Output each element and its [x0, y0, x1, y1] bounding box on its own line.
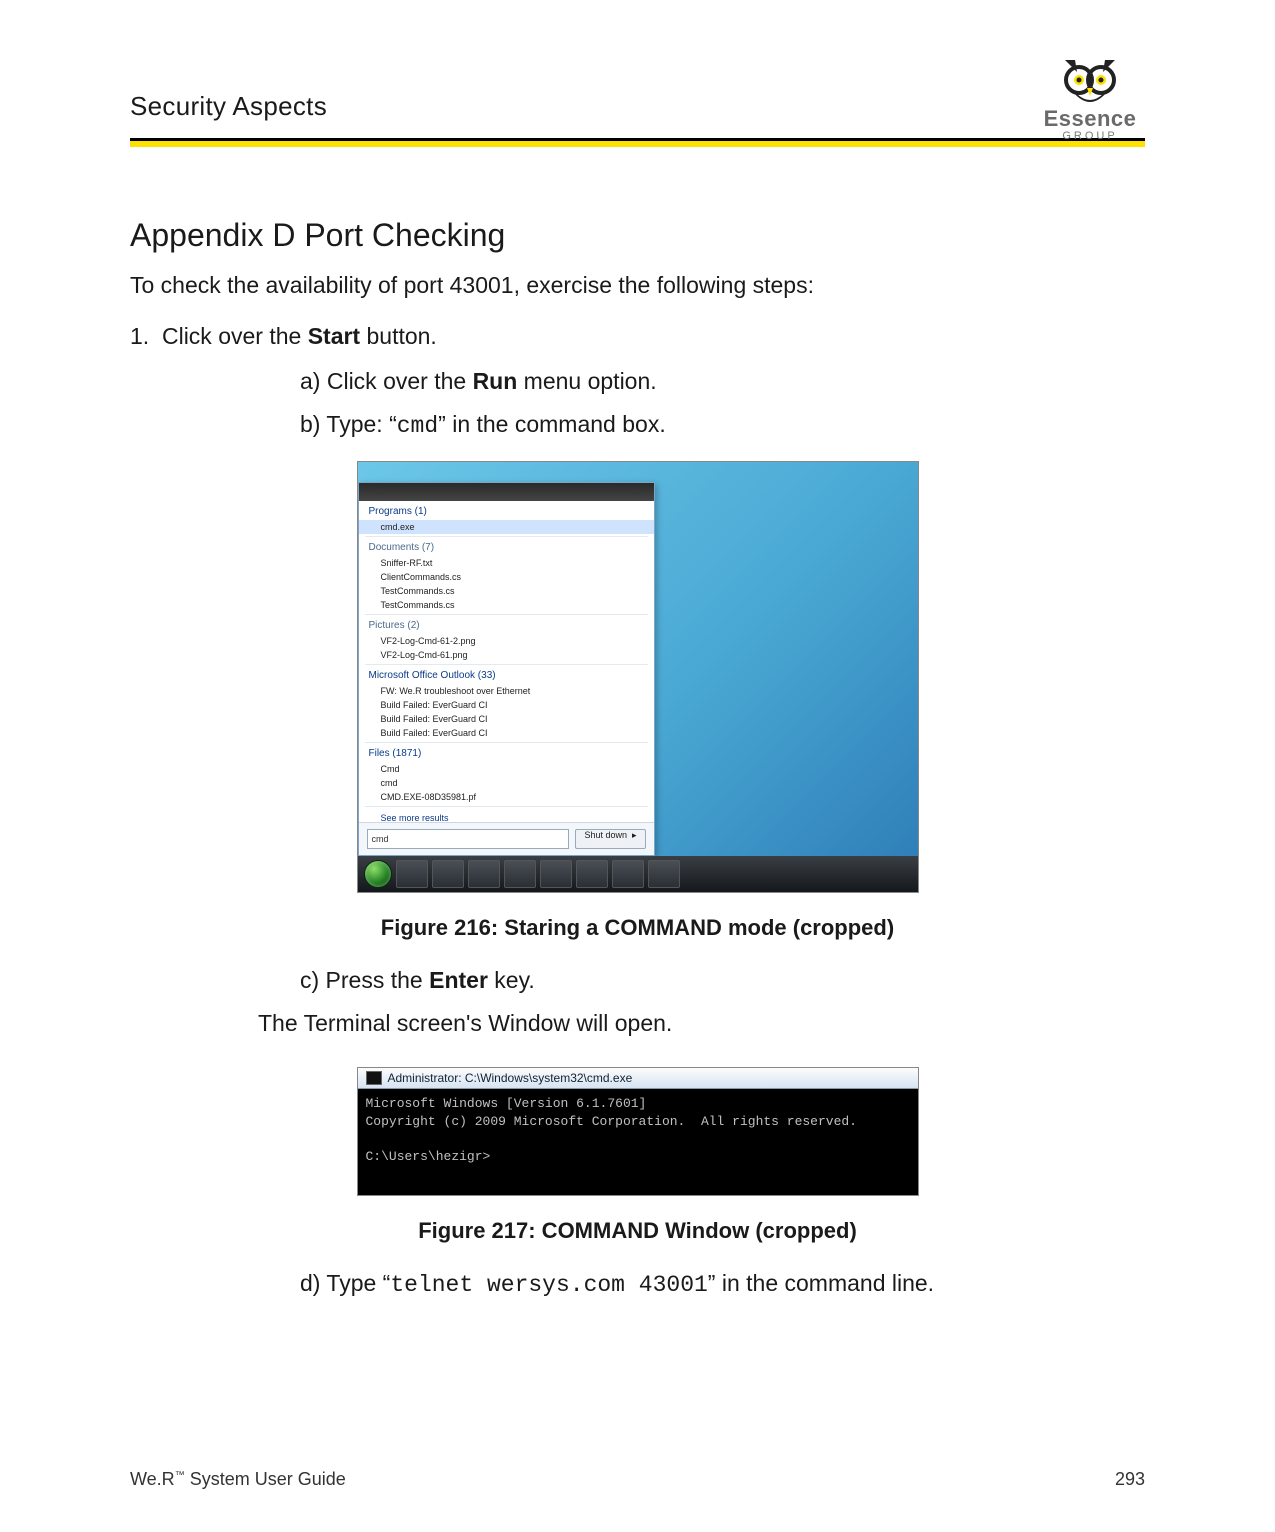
start-menu-item[interactable]: FW: We.R troubleshoot over Ethernet	[359, 684, 654, 698]
terminal-note: The Terminal screen's Window will open.	[130, 1010, 1145, 1037]
brand-logo: Essence GROUP	[1035, 56, 1145, 142]
cmd-titlebar: Administrator: C:\Windows\system32\cmd.e…	[358, 1068, 918, 1089]
start-menu-files-hdr: Files (1871)	[359, 745, 654, 762]
step-1c: c) Press the Enter key.	[130, 967, 1145, 994]
figure-216-caption: Figure 216: Staring a COMMAND mode (crop…	[130, 915, 1145, 941]
start-menu-item[interactable]: CMD.EXE-08D35981.pf	[359, 790, 654, 804]
start-menu-documents-hdr: Documents (7)	[359, 539, 654, 556]
cmd-icon	[366, 1071, 382, 1085]
start-menu-item[interactable]: TestCommands.cs	[359, 584, 654, 598]
step-1b: b) Type: “cmd” in the command box.	[130, 411, 1145, 439]
start-menu-item[interactable]: Build Failed: EverGuard CI	[359, 698, 654, 712]
shutdown-button[interactable]: Shut down ▸	[575, 829, 645, 849]
start-menu-item[interactable]: ClientCommands.cs	[359, 570, 654, 584]
taskbar-button[interactable]	[576, 860, 608, 888]
step-1: 1. Click over the Start button.	[130, 323, 1145, 350]
taskbar-button[interactable]	[504, 860, 536, 888]
taskbar-button[interactable]	[540, 860, 572, 888]
start-menu-item[interactable]: VF2-Log-Cmd-61.png	[359, 648, 654, 662]
cmd-output[interactable]: Microsoft Windows [Version 6.1.7601] Cop…	[358, 1089, 918, 1195]
taskbar-button[interactable]	[468, 860, 500, 888]
start-menu-programs-hdr: Programs (1)	[359, 503, 654, 520]
start-menu-item[interactable]: Sniffer-RF.txt	[359, 556, 654, 570]
section-title: Security Aspects	[130, 91, 327, 142]
step-1a: a) Click over the Run menu option.	[130, 368, 1145, 395]
taskbar-button[interactable]	[648, 860, 680, 888]
start-menu-item[interactable]: TestCommands.cs	[359, 598, 654, 612]
start-menu-item[interactable]: Build Failed: EverGuard CI	[359, 712, 654, 726]
start-menu-item[interactable]: VF2-Log-Cmd-61-2.png	[359, 634, 654, 648]
figure-217-caption: Figure 217: COMMAND Window (cropped)	[130, 1218, 1145, 1244]
start-menu-search-input[interactable]: cmd	[367, 829, 570, 849]
start-menu-item[interactable]: cmd	[359, 776, 654, 790]
page-title: Appendix D Port Checking	[130, 217, 1145, 254]
owl-icon	[1055, 56, 1125, 110]
start-menu-outlook-hdr: Microsoft Office Outlook (33)	[359, 667, 654, 684]
system-tray[interactable]	[832, 864, 912, 884]
start-orb-icon[interactable]	[364, 860, 392, 888]
step-1d: d) Type “telnet wersys.com 43001” in the…	[130, 1270, 1145, 1298]
start-menu: Programs (1) cmd.exe Documents (7) Sniff…	[358, 482, 655, 856]
start-menu-see-more[interactable]: See more results	[359, 809, 654, 822]
figure-217: Administrator: C:\Windows\system32\cmd.e…	[357, 1067, 919, 1196]
taskbar-button[interactable]	[612, 860, 644, 888]
taskbar	[358, 856, 918, 892]
brand-name: Essence	[1035, 106, 1145, 132]
taskbar-button[interactable]	[396, 860, 428, 888]
start-menu-item[interactable]: Build Failed: EverGuard CI	[359, 726, 654, 740]
page-number: 293	[1115, 1469, 1145, 1490]
cmd-title: Administrator: C:\Windows\system32\cmd.e…	[388, 1071, 633, 1085]
start-menu-item[interactable]: Cmd	[359, 762, 654, 776]
figure-216: Programs (1) cmd.exe Documents (7) Sniff…	[357, 461, 919, 893]
start-menu-item[interactable]: cmd.exe	[359, 520, 654, 534]
taskbar-button[interactable]	[432, 860, 464, 888]
footer-left: We.R™ System User Guide	[130, 1469, 346, 1490]
intro-text: To check the availability of port 43001,…	[130, 272, 1145, 299]
start-menu-pictures-hdr: Pictures (2)	[359, 617, 654, 634]
